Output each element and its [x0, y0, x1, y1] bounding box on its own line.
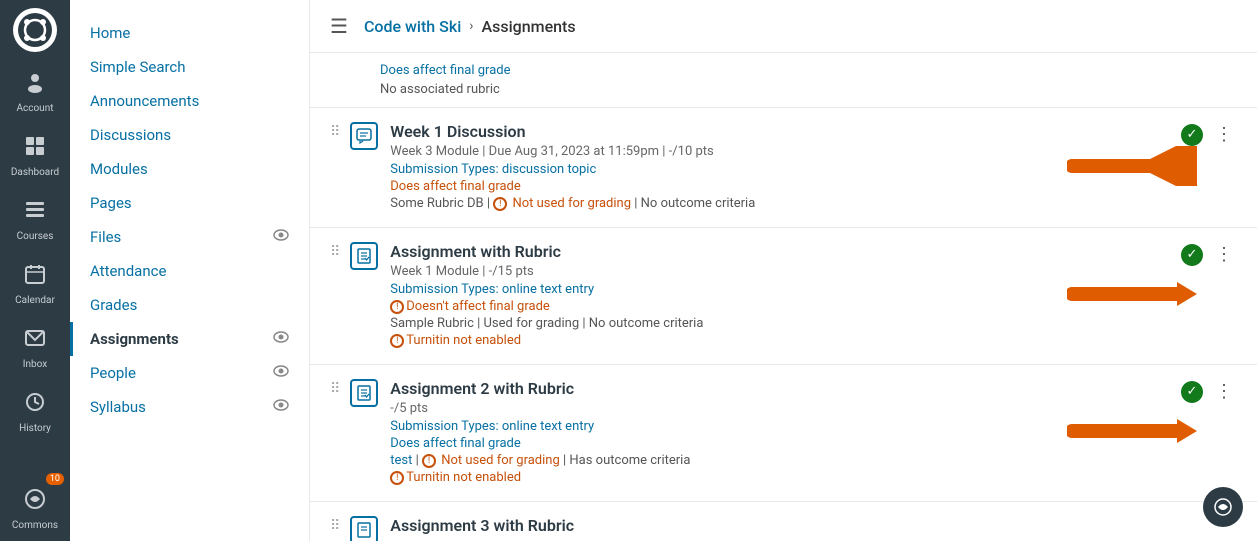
assignment-rubric-more-button[interactable]: ⋮ — [1211, 242, 1237, 267]
assignment2-turnitin: !Turnitin not enabled — [390, 470, 1171, 485]
assignment2-submission-link[interactable]: Submission Types: online text entry — [390, 419, 594, 434]
assignment-rubric-affect-line: !Doesn't affect final grade — [390, 299, 1171, 314]
week1-discussion-meta: Week 3 Module | Due Aug 31, 2023 at 11:5… — [390, 144, 1171, 159]
sidebar-item-simple-search[interactable]: Simple Search — [70, 50, 309, 84]
assignment-rubric-check-icon: ✓ — [1181, 244, 1203, 266]
assignment-item-3-with-rubric: ⠿ Assignment 3 with Rubric — [310, 502, 1257, 541]
assignment3-content: Assignment 3 with Rubric — [390, 516, 1237, 538]
inbox-icon — [23, 326, 47, 356]
history-icon — [23, 390, 47, 420]
week1-check-icon: ✓ — [1181, 124, 1203, 146]
sidebar-item-grades[interactable]: Grades — [70, 288, 309, 322]
breadcrumb: Code with Ski › Assignments — [364, 17, 576, 36]
assignment-item-2-with-rubric: ⠿ Assignment 2 with Rubric -/5 pts Submi… — [310, 365, 1257, 502]
week1-submission-type-link[interactable]: Submission Types: discussion topic — [390, 162, 596, 177]
icon-nav: Account Dashboard Courses — [0, 0, 70, 541]
assignment2-more-button[interactable]: ⋮ — [1211, 379, 1237, 404]
drag-handle-assignment-rubric[interactable]: ⠿ — [330, 242, 340, 260]
assignment-rubric-meta: Week 1 Module | -/15 pts — [390, 264, 1171, 279]
week1-discussion-title: Week 1 Discussion — [390, 122, 1171, 141]
cutoff-item: Does affect final grade No associated ru… — [310, 53, 1257, 108]
cutoff-link[interactable]: Does affect final grade — [380, 63, 511, 78]
account-icon — [23, 70, 47, 100]
nav-dashboard[interactable]: Dashboard — [0, 124, 70, 188]
drag-handle-week1-discussion[interactable]: ⠿ — [330, 122, 340, 140]
sidebar-item-home[interactable]: Home — [70, 16, 309, 50]
syllabus-eye-icon — [273, 399, 289, 415]
assignment-icon-2-with-rubric — [350, 379, 378, 407]
breadcrumb-course-link[interactable]: Code with Ski — [364, 17, 461, 36]
breadcrumb-separator: › — [469, 18, 473, 34]
assignment-icon-with-rubric — [350, 242, 378, 270]
assignment2-rubric-actions: ✓ ⋮ — [1181, 379, 1237, 404]
assignment2-rubric-title: Assignment 2 with Rubric — [390, 379, 1171, 398]
sidebar-item-pages[interactable]: Pages — [70, 186, 309, 220]
commons-icon — [23, 487, 47, 517]
sidebar-item-discussions[interactable]: Discussions — [70, 118, 309, 152]
commons-badge: 10 — [46, 473, 64, 485]
nav-inbox[interactable]: Inbox — [0, 316, 70, 380]
assignment-rubric-title: Assignment with Rubric — [390, 242, 1171, 261]
warn-icon-turnitin1: ! — [390, 334, 404, 348]
warn-icon-turnitin2: ! — [390, 471, 404, 485]
nav-history[interactable]: History — [0, 380, 70, 444]
nav-courses[interactable]: Courses — [0, 188, 70, 252]
discussion-icon-week1 — [350, 122, 378, 150]
sidebar-item-attendance[interactable]: Attendance — [70, 254, 309, 288]
main-content: ☰ Code with Ski › Assignments Does affec… — [310, 0, 1257, 541]
warn-icon-rubric: ! — [390, 300, 404, 314]
files-eye-icon — [273, 229, 289, 245]
assignment2-check-icon: ✓ — [1181, 381, 1203, 403]
assignment-rubric-sample: Sample Rubric | Used for grading | No ou… — [390, 316, 1171, 331]
week1-rubric-line: Some Rubric DB | ! Not used for grading … — [390, 196, 1171, 211]
arrow-assignment2 — [1067, 411, 1197, 455]
sidebar-item-files[interactable]: Files — [70, 220, 309, 254]
assignment-rubric-actions: ✓ ⋮ — [1181, 242, 1237, 267]
arrow-rubric — [1067, 274, 1197, 318]
assignments-eye-icon — [273, 331, 289, 347]
sidebar-item-syllabus[interactable]: Syllabus — [70, 390, 309, 424]
assignment2-rubric-content: Assignment 2 with Rubric -/5 pts Submiss… — [390, 379, 1171, 487]
nav-commons[interactable]: Commons 10 — [0, 477, 70, 541]
assignment-list: Does affect final grade No associated ru… — [310, 53, 1257, 541]
assignment2-rubric-meta: -/5 pts — [390, 401, 1171, 416]
assignment-item-with-rubric: ⠿ Assignment with Rubric Week 1 Module |… — [310, 228, 1257, 365]
assignment3-title: Assignment 3 with Rubric — [390, 516, 1237, 535]
nav-calendar[interactable]: Calendar — [0, 252, 70, 316]
arrow-week1 — [1067, 146, 1197, 190]
side-menu: Home Simple Search Announcements Discuss… — [70, 0, 310, 541]
assignment-icon-3 — [350, 516, 378, 541]
dashboard-icon — [23, 134, 47, 164]
nav-account[interactable]: Account — [0, 60, 70, 124]
assignment-rubric-submission-link[interactable]: Submission Types: online text entry — [390, 282, 594, 297]
assignment2-test-link[interactable]: test — [390, 453, 412, 468]
assignment-rubric-content: Assignment with Rubric Week 1 Module | -… — [390, 242, 1171, 350]
assignment2-affect-line: Does affect final grade — [390, 436, 1171, 451]
breadcrumb-current: Assignments — [482, 17, 576, 36]
sidebar-item-people[interactable]: People — [70, 356, 309, 390]
sidebar-item-announcements[interactable]: Announcements — [70, 84, 309, 118]
drag-handle-assignment2-rubric[interactable]: ⠿ — [330, 379, 340, 397]
assignment2-rubric-line: test | ! Not used for grading | Has outc… — [390, 453, 1171, 468]
sidebar-item-assignments[interactable]: Assignments — [70, 322, 309, 356]
assignment-item-week1-discussion: ⠿ Week 1 Discussion Week 3 Module | Due … — [310, 108, 1257, 228]
app-logo — [13, 8, 57, 52]
week1-more-button[interactable]: ⋮ — [1211, 122, 1237, 147]
assignment-rubric-turnitin: !Turnitin not enabled — [390, 333, 1171, 348]
drag-handle-assignment3[interactable]: ⠿ — [330, 516, 340, 534]
week1-discussion-actions: ✓ ⋮ — [1181, 122, 1237, 147]
week1-discussion-content: Week 1 Discussion Week 3 Module | Due Au… — [390, 122, 1171, 213]
hamburger-icon[interactable]: ☰ — [330, 14, 348, 38]
calendar-icon — [23, 262, 47, 292]
courses-icon — [23, 198, 47, 228]
sidebar-item-modules[interactable]: Modules — [70, 152, 309, 186]
commons-float-button[interactable] — [1203, 487, 1243, 527]
warn-icon-week1: ! — [493, 197, 507, 211]
week1-affect-grade: Does affect final grade — [390, 179, 521, 194]
cutoff-gray: No associated rubric — [380, 82, 500, 97]
page-header: ☰ Code with Ski › Assignments — [310, 0, 1257, 53]
warn-icon-assignment2: ! — [422, 454, 436, 468]
people-eye-icon — [273, 365, 289, 381]
